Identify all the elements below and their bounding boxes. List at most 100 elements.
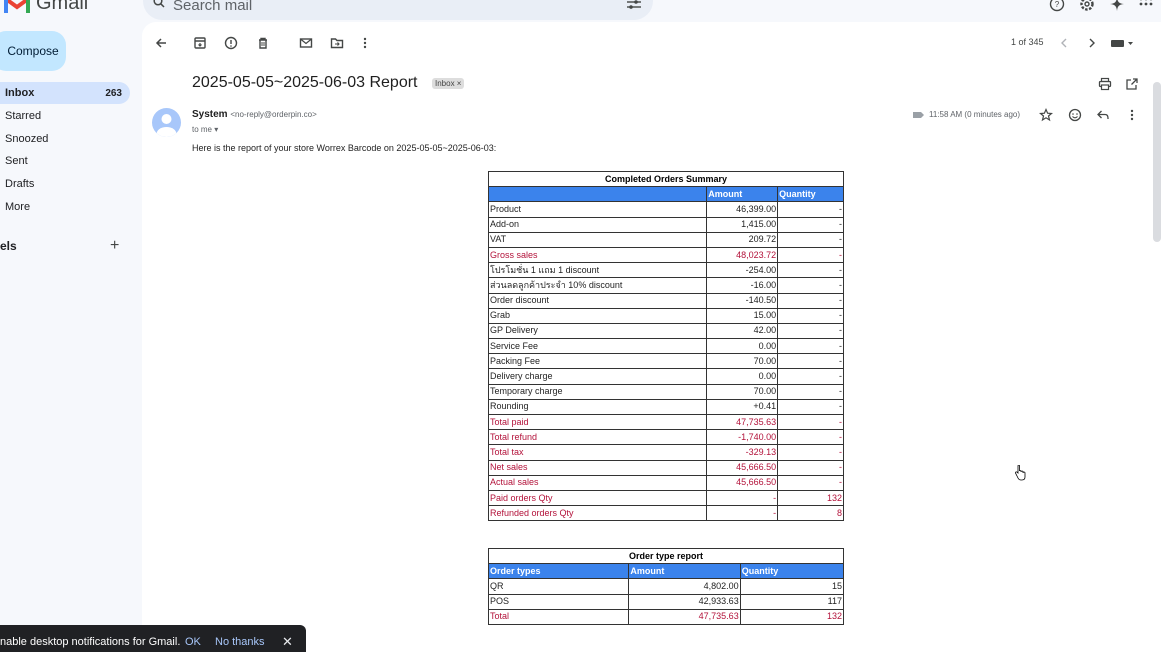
reply-icon[interactable] — [1096, 108, 1110, 122]
amount-cell: -329.13 — [706, 444, 779, 461]
quantity-cell: - — [777, 398, 844, 416]
quantity-cell: - — [777, 246, 844, 264]
star-icon[interactable] — [1039, 108, 1053, 122]
svg-text:?: ? — [1055, 0, 1060, 9]
table-row: Grab 15.00- — [487, 307, 844, 324]
help-icon[interactable]: ? — [1049, 0, 1065, 12]
table-row: Service Fee 0.00- — [487, 338, 844, 355]
row-label-cell: ส่วนลดลูกค้าประจำ 10% discount — [487, 277, 708, 294]
gemini-icon[interactable] — [1109, 0, 1125, 12]
quantity-cell: - — [777, 262, 844, 279]
message-more-icon[interactable] — [1125, 108, 1139, 122]
column-header — [487, 186, 708, 203]
row-label-cell: Paid orders Qty — [487, 489, 708, 507]
row-label-cell: Actual sales — [487, 474, 708, 491]
table-row: Temporary charge 70.00- — [487, 383, 844, 400]
ok-button[interactable]: OK — [185, 636, 201, 648]
emoji-reaction-icon[interactable] — [1068, 108, 1082, 122]
amount-cell: 1,415.00 — [706, 216, 779, 233]
sender-name[interactable]: System — [192, 109, 228, 120]
sidebar-item-snoozed[interactable]: Snoozed — [0, 128, 130, 150]
amount-cell: 45,666.50 — [706, 459, 779, 476]
label-tag-icon — [913, 111, 924, 118]
quantity-cell: - — [777, 201, 844, 218]
row-label-cell: Total tax — [487, 444, 708, 461]
input-tools-keyboard-icon[interactable] — [1110, 36, 1136, 50]
back-arrow-icon[interactable] — [154, 36, 168, 50]
amount-cell: 0.00 — [706, 338, 779, 355]
labels-heading: els — [0, 239, 17, 253]
scrollbar[interactable] — [1153, 82, 1161, 242]
apps-grid-icon[interactable] — [1139, 0, 1153, 11]
mark-unread-icon[interactable] — [299, 36, 313, 50]
gmail-logo-text: Gmail — [36, 0, 89, 14]
open-in-new-window-icon[interactable] — [1125, 77, 1139, 91]
row-label-cell: GP Delivery — [487, 322, 708, 340]
table-row: Refunded orders Qty -8 — [487, 505, 844, 522]
search-options-icon[interactable] — [627, 0, 641, 10]
recipient-details-toggle[interactable]: to me ▾ — [192, 125, 218, 134]
row-label-cell: POS — [487, 593, 630, 610]
quantity-cell: - — [777, 383, 844, 400]
row-label-cell: Grab — [487, 307, 708, 324]
amount-cell: 15.00 — [706, 307, 779, 324]
email-timestamp: 11:58 AM (0 minutes ago) — [929, 110, 1021, 119]
report-spam-icon[interactable] — [224, 36, 238, 50]
sender-avatar[interactable] — [152, 108, 181, 137]
sender-line: System <no-reply@orderpin.co> — [192, 109, 317, 120]
amount-cell: 70.00 — [706, 383, 779, 400]
quantity-cell: 15 — [739, 578, 845, 595]
gmail-logo[interactable]: Gmail — [4, 0, 88, 15]
row-label-cell: Packing Fee — [487, 353, 708, 370]
quantity-cell: - — [777, 277, 844, 294]
table-row: Delivery charge 0.00- — [487, 368, 844, 385]
quantity-cell: - — [777, 474, 844, 491]
quantity-cell: - — [777, 292, 844, 309]
compose-button[interactable]: Compose — [0, 31, 66, 71]
column-header: Quantity — [739, 563, 845, 580]
quantity-cell: - — [777, 368, 844, 385]
sidebar-item-label: Starred — [5, 110, 42, 122]
quantity-cell: - — [777, 231, 844, 248]
sidebar-item-sent[interactable]: Sent — [0, 150, 130, 172]
table-row: Rounding +0.41- — [487, 398, 844, 416]
more-options-icon[interactable] — [358, 36, 372, 50]
newer-chevron-icon[interactable] — [1057, 36, 1071, 50]
sidebar-item-more[interactable]: More — [0, 196, 130, 218]
email-intro-text: Here is the report of your store Worrex … — [192, 143, 497, 153]
amount-cell: 4,802.00 — [628, 578, 741, 595]
pagination-count: 1 of 345 — [1011, 37, 1044, 47]
row-label-cell: Total paid — [487, 413, 708, 431]
sidebar-item-inbox[interactable]: Inbox 263 — [0, 82, 130, 104]
sidebar-item-starred[interactable]: Starred — [0, 105, 130, 127]
amount-cell: -140.50 — [706, 292, 779, 309]
gmail-logo-icon — [4, 0, 30, 13]
sidebar-item-drafts[interactable]: Drafts — [0, 173, 130, 195]
table-row: QR 4,802.00 15 — [487, 578, 845, 595]
add-label-button[interactable]: + — [110, 237, 119, 255]
move-to-icon[interactable] — [330, 36, 344, 50]
table-caption: Completed Orders Summary — [488, 170, 844, 188]
print-icon[interactable] — [1098, 77, 1112, 91]
sidebar: Compose Inbox 263 Starred Snoozed Sent D… — [0, 22, 140, 652]
search-bar[interactable]: Search mail — [143, 0, 653, 20]
quantity-cell: 8 — [777, 505, 844, 522]
settings-icon[interactable] — [1079, 0, 1095, 12]
amount-cell: -16.00 — [706, 277, 779, 294]
older-chevron-icon[interactable] — [1085, 36, 1099, 50]
table-row: Paid orders Qty -132 — [487, 489, 844, 507]
archive-icon[interactable] — [193, 36, 207, 50]
row-label-cell: Total — [487, 608, 630, 625]
search-icon[interactable] — [153, 0, 165, 8]
delete-icon[interactable] — [256, 36, 270, 50]
column-header: Amount — [628, 563, 741, 580]
hand-cursor-icon — [1015, 465, 1026, 481]
email-view: 1 of 345 2025-05-05~2025-06-03 Report In… — [142, 22, 1161, 652]
close-icon[interactable]: ✕ — [282, 634, 293, 650]
table-row: Total 47,735.63 132 — [487, 608, 845, 625]
amount-cell: - — [706, 489, 779, 507]
search-input[interactable]: Search mail — [173, 0, 252, 14]
inbox-label-chip[interactable]: Inbox × — [432, 78, 465, 89]
sender-email: <no-reply@orderpin.co> — [230, 110, 317, 119]
no-thanks-button[interactable]: No thanks — [215, 636, 265, 648]
